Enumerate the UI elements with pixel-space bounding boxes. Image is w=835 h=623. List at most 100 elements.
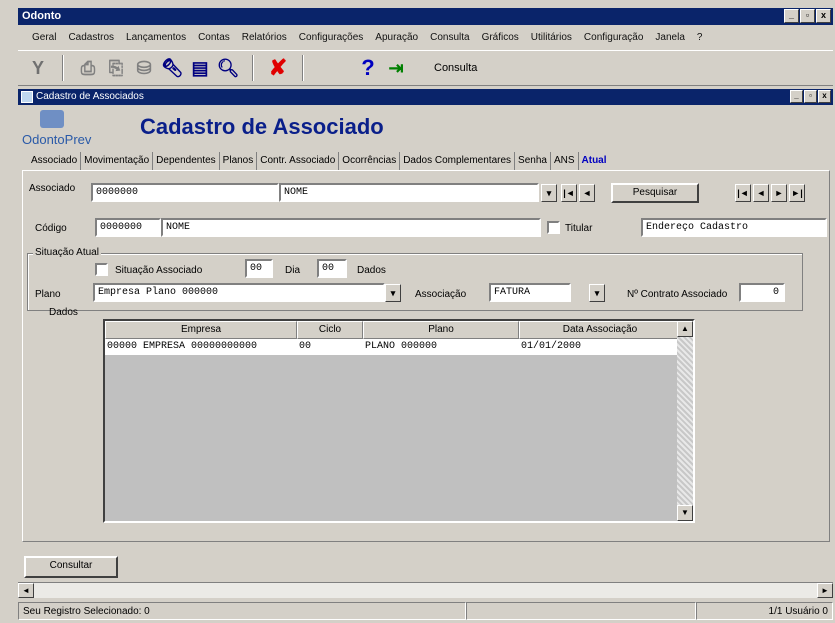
associacao-field[interactable]: FATURA xyxy=(489,283,571,302)
menu-item[interactable]: Apuração xyxy=(375,28,418,48)
menu-item[interactable]: Configuração xyxy=(584,28,643,48)
list-icon[interactable]: ▤ xyxy=(186,54,214,82)
form-close-button[interactable]: x xyxy=(818,90,831,103)
contrato-label: Nº Contrato Associado xyxy=(627,289,728,300)
find-icon[interactable]: 🔦︎ xyxy=(158,54,186,82)
status-left: Seu Registro Selecionado: 0 xyxy=(18,602,466,620)
tab-contrato[interactable]: Contr. Associado xyxy=(257,152,340,170)
codigo-field[interactable]: 0000000 xyxy=(95,218,161,237)
scroll-up-arrow-icon[interactable]: ▲ xyxy=(677,321,693,337)
menu-item[interactable]: ? xyxy=(697,28,703,48)
dados-label: Dados xyxy=(49,307,78,318)
menu-item[interactable]: Geral xyxy=(32,28,56,48)
form-minimize-button[interactable]: _ xyxy=(790,90,803,103)
print-icon[interactable]: ⎙ xyxy=(74,54,102,82)
tab-senha[interactable]: Senha xyxy=(515,152,551,170)
menu-item[interactable]: Gráficos xyxy=(482,28,519,48)
menu-bar: Geral Cadastros Lançamentos Contas Relat… xyxy=(18,28,833,48)
consultar-button[interactable]: Consultar xyxy=(24,556,118,578)
menu-item[interactable]: Contas xyxy=(198,28,230,48)
plano-field[interactable]: Empresa Plano 000000 xyxy=(93,283,385,302)
tab-ocorrencias[interactable]: Ocorrências xyxy=(339,152,401,170)
codigo-name-field[interactable]: NOME xyxy=(161,218,541,237)
titular-checkbox[interactable] xyxy=(547,221,560,234)
grid-col-empresa[interactable]: Empresa xyxy=(105,321,297,339)
export-icon[interactable]: ⛁ xyxy=(130,54,158,82)
codigo-label: Código xyxy=(35,223,67,234)
toolbar-separator xyxy=(62,55,64,81)
menu-item[interactable]: Configurações xyxy=(299,28,363,48)
menu-item[interactable]: Consulta xyxy=(430,28,469,48)
exit-icon[interactable]: ⇥ xyxy=(382,54,410,82)
periodo-end-field[interactable]: 00 xyxy=(317,259,347,278)
nav-prev-record-button[interactable]: ◄ xyxy=(753,184,769,202)
grid-col-plano[interactable]: Plano xyxy=(363,321,519,339)
tab-planos[interactable]: Planos xyxy=(220,152,258,170)
situacao-group xyxy=(27,253,803,311)
form-panel: Associado 0000000 NOME ▾ |◄ ◄ Pesquisar … xyxy=(22,170,830,542)
menu-item[interactable]: Lançamentos xyxy=(126,28,186,48)
zoom-icon[interactable]: 🔍︎ xyxy=(214,54,242,82)
tab-associado[interactable]: Associado xyxy=(28,152,82,170)
tab-strip: Associado Movimentação Dependentes Plano… xyxy=(28,152,833,170)
form-title: Cadastro de Associado xyxy=(140,114,384,139)
toolbar-separator xyxy=(302,55,304,81)
titular-field[interactable]: Endereço Cadastro xyxy=(641,218,827,237)
status-middle xyxy=(466,602,696,620)
search-button[interactable]: Pesquisar xyxy=(611,183,699,203)
data-grid[interactable]: Empresa Ciclo Plano Data Associação 0000… xyxy=(103,319,695,523)
logo: OdontoPrev xyxy=(22,108,112,148)
associado-dropdown-button[interactable]: ▾ xyxy=(541,184,557,202)
app-title-bar: Odonto _ ▫ x xyxy=(18,8,833,25)
contrato-field[interactable]: 0 xyxy=(739,283,785,302)
maximize-button[interactable]: ▫ xyxy=(800,9,815,23)
nav-last-record-button[interactable]: ►| xyxy=(789,184,805,202)
table-row[interactable]: 00000 EMPRESA 00000000000 00 PLANO 00000… xyxy=(105,339,693,355)
tab-ans[interactable]: ANS xyxy=(551,152,579,170)
tab-movimentacao[interactable]: Movimentação xyxy=(81,152,154,170)
menu-item[interactable]: Janela xyxy=(655,28,684,48)
form-window-title: Cadastro de Associados xyxy=(36,91,144,102)
associado-name-field[interactable]: NOME xyxy=(279,183,539,202)
form-maximize-button[interactable]: ▫ xyxy=(804,90,817,103)
grid-col-ciclo[interactable]: Ciclo xyxy=(297,321,363,339)
close-button[interactable]: x xyxy=(816,9,831,23)
print-preview-icon[interactable]: ⎘ xyxy=(102,54,130,82)
delete-icon[interactable]: ✘ xyxy=(264,54,292,82)
nav-prev-small-button[interactable]: ◄ xyxy=(579,184,595,202)
consulta-label[interactable]: Consulta xyxy=(434,62,477,74)
scroll-left-arrow-icon[interactable]: ◄ xyxy=(18,583,34,598)
plano-dropdown-button[interactable]: ▾ xyxy=(385,284,401,302)
menu-item[interactable]: Relatórios xyxy=(242,28,287,48)
logo-text: OdontoPrev xyxy=(22,132,92,147)
tab-dependentes[interactable]: Dependentes xyxy=(153,152,220,170)
situacao-checkbox[interactable] xyxy=(95,263,108,276)
periodo-mid-label: Dia xyxy=(285,265,301,276)
associacao-dropdown-button[interactable]: ▾ xyxy=(589,284,605,302)
minimize-button[interactable]: _ xyxy=(784,9,799,23)
periodo-start-field[interactable]: 00 xyxy=(245,259,273,278)
nav-first-record-button[interactable]: |◄ xyxy=(735,184,751,202)
associado-code-field[interactable]: 0000000 xyxy=(91,183,279,202)
grid-vertical-scrollbar[interactable]: ▲ ▼ xyxy=(677,321,693,521)
nav-next-record-button[interactable]: ► xyxy=(771,184,787,202)
scroll-right-arrow-icon[interactable]: ► xyxy=(817,583,833,598)
nav-first-button[interactable]: |◄ xyxy=(561,184,577,202)
menu-item[interactable]: Utilitários xyxy=(531,28,572,48)
menu-item[interactable]: Cadastros xyxy=(68,28,114,48)
tab-dados-complementares[interactable]: Dados Complementares xyxy=(400,152,516,170)
associado-label: Associado xyxy=(29,183,76,194)
grid-header: Empresa Ciclo Plano Data Associação xyxy=(105,321,693,339)
filter-icon[interactable]: Y xyxy=(24,54,52,82)
grid-col-data[interactable]: Data Associação xyxy=(519,321,681,339)
associacao-label: Associação xyxy=(415,289,467,300)
status-bar: Seu Registro Selecionado: 0 1/1 Usuário … xyxy=(18,600,833,622)
form-window-title-bar: Cadastro de Associados _ ▫ x xyxy=(18,89,833,105)
grid-cell-ciclo: 00 xyxy=(299,341,312,352)
scroll-down-arrow-icon[interactable]: ▼ xyxy=(677,505,693,521)
toolbar-separator xyxy=(252,55,254,81)
help-icon[interactable]: ? xyxy=(354,54,382,82)
tab-atual[interactable]: Atual xyxy=(579,152,610,170)
horizontal-scrollbar[interactable]: ◄ ► xyxy=(18,582,833,598)
status-right: 1/1 Usuário 0 xyxy=(696,602,833,620)
